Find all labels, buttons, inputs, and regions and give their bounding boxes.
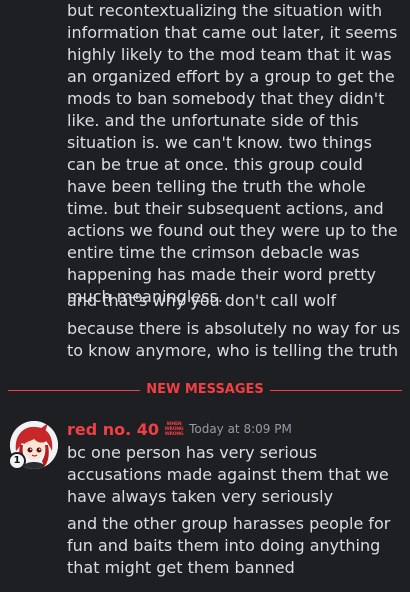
previous-message-paragraph: but recontextualizing the situation with… — [67, 1, 398, 306]
previous-message-wolf-line: and that's why you don't call wolf — [67, 291, 337, 310]
message-timestamp[interactable]: Today at 8:09 PM — [189, 422, 292, 436]
role-tag-line-3: WRONG — [164, 431, 184, 437]
new-messages-label: NEW MESSAGES — [0, 381, 410, 399]
author-name[interactable]: red no. 40 — [67, 420, 159, 439]
previous-message-truth-line: because there is absolutely no way for u… — [67, 319, 401, 360]
avatar-badge: 1 — [8, 452, 26, 470]
new-message-paragraph-1: bc one person has very serious accusatio… — [67, 443, 389, 506]
red-text-tag-icon: WHEN WRONG WRONG — [164, 420, 184, 438]
message-header: red no. 40 WHEN WRONG WRONG Today at 8:0… — [67, 418, 292, 440]
new-messages-label-text: NEW MESSAGES — [140, 382, 270, 397]
new-message-paragraph-2: and the other group harasses people for … — [67, 514, 391, 577]
